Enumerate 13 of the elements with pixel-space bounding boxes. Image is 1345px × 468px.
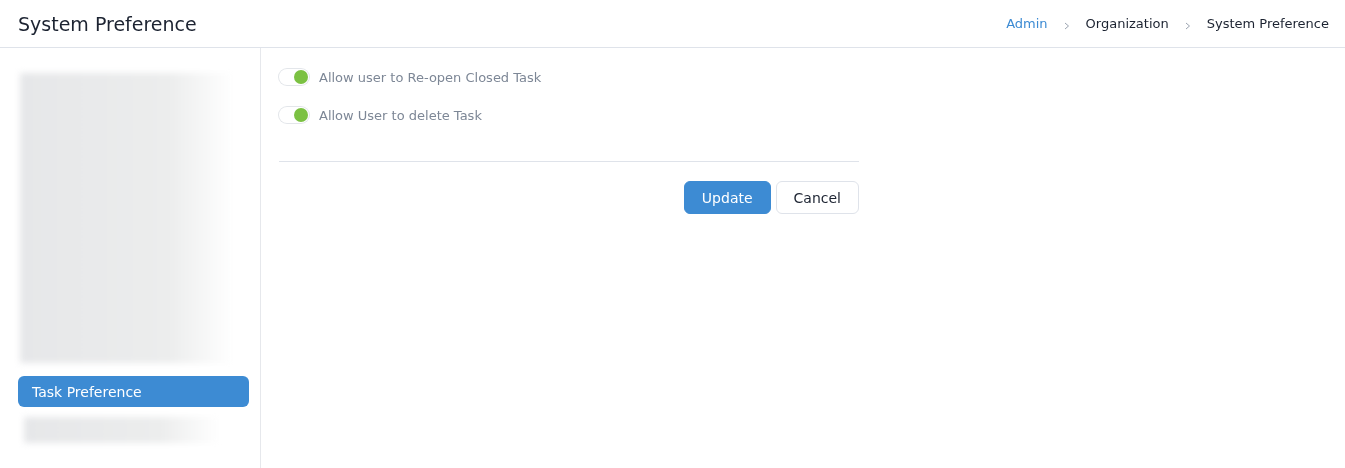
breadcrumb-item: System Preference (1206, 16, 1329, 31)
breadcrumb-item: Organization (1085, 16, 1169, 31)
setting-label: Allow user to Re-open Closed Task (319, 69, 542, 85)
update-button[interactable]: Update (683, 181, 771, 214)
page-title: System Preference (18, 12, 197, 35)
chevron-icon (1184, 21, 1191, 30)
chevron-icon (1063, 21, 1070, 30)
toggle-switch[interactable] (279, 107, 309, 123)
sidebar-item[interactable]: Task Preference (18, 376, 249, 407)
setting-label: Allow User to delete Task (319, 107, 482, 123)
cancel-button[interactable]: Cancel (775, 181, 859, 214)
toggle-switch[interactable] (279, 69, 309, 85)
breadcrumb-link[interactable]: Admin (1006, 16, 1048, 31)
